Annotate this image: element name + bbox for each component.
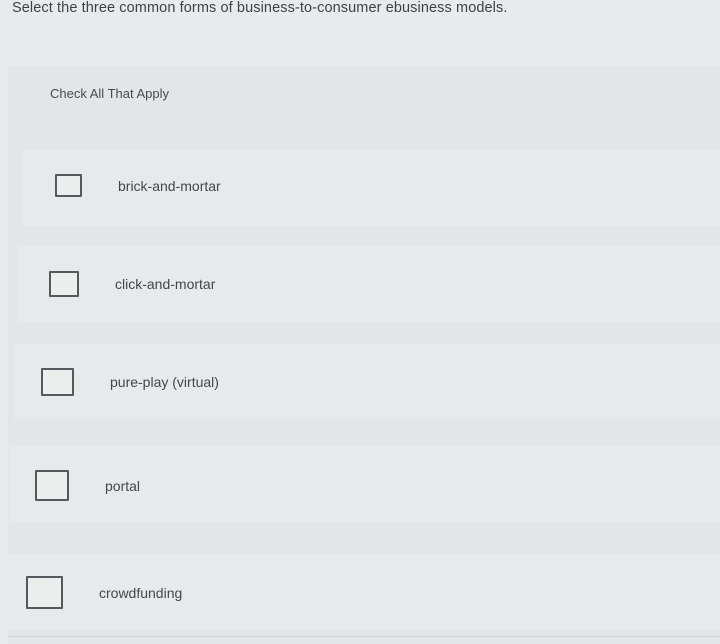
option-label: brick-and-mortar <box>118 177 221 194</box>
question-text: Select the three common forms of busines… <box>12 0 508 16</box>
option-brick-and-mortar[interactable]: brick-and-mortar <box>55 174 221 197</box>
divider <box>8 636 720 637</box>
option-portal[interactable]: portal <box>35 470 140 501</box>
checkbox[interactable] <box>41 368 74 396</box>
option-label: pure-play (virtual) <box>110 374 219 390</box>
checkbox[interactable] <box>35 470 69 501</box>
option-label: crowdfunding <box>99 584 183 601</box>
checkbox[interactable] <box>55 174 82 197</box>
option-click-and-mortar[interactable]: click-and-mortar <box>49 271 215 297</box>
checkbox[interactable] <box>26 576 63 609</box>
option-label: portal <box>105 477 141 494</box>
option-label: click-and-mortar <box>115 276 216 292</box>
option-pure-play[interactable]: pure-play (virtual) <box>41 368 219 396</box>
check-all-instruction: Check All That Apply <box>50 86 169 101</box>
checkbox[interactable] <box>49 271 79 297</box>
option-crowdfunding[interactable]: crowdfunding <box>26 576 182 609</box>
